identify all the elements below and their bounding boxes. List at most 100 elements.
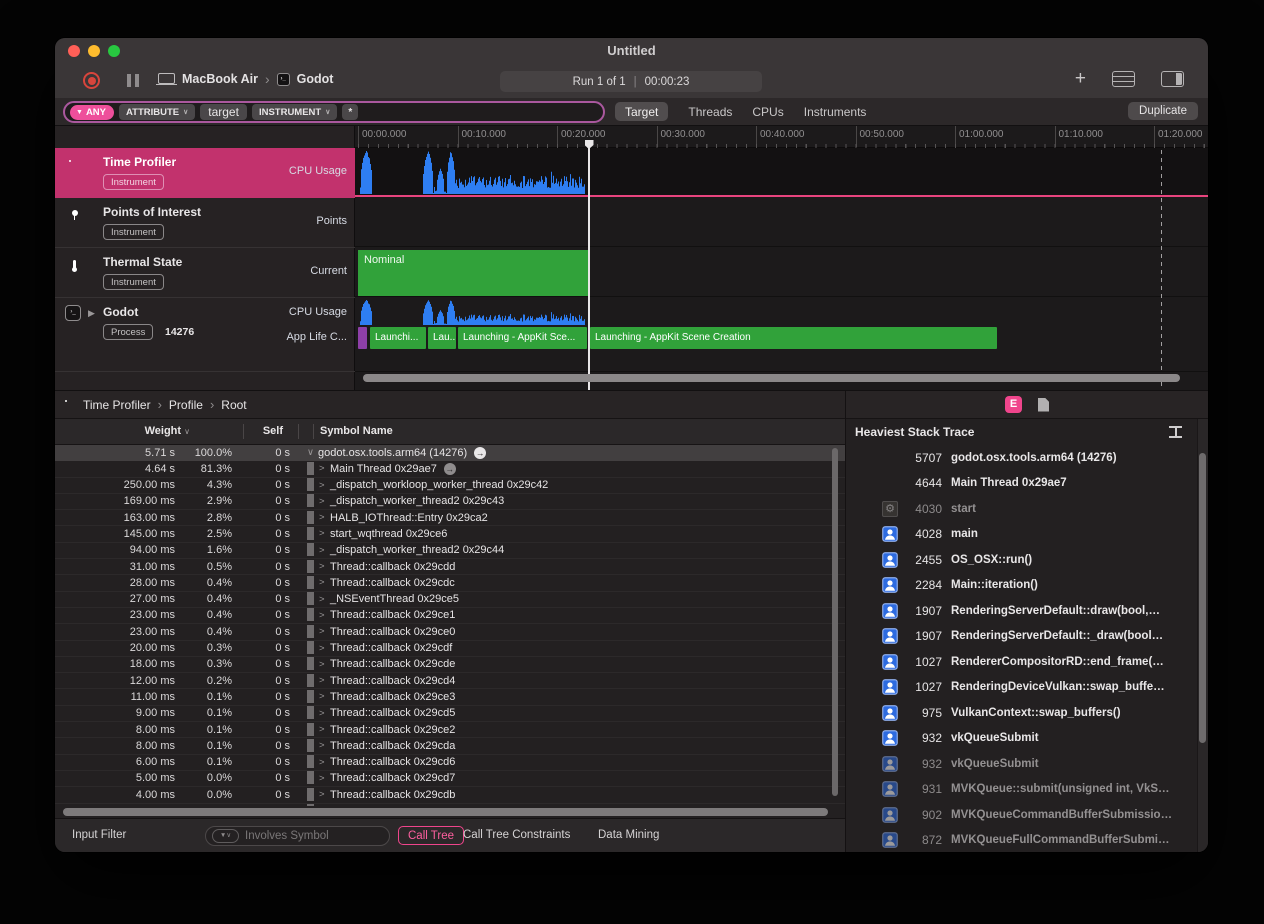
stack-frame[interactable]: ⚙ 4028 main bbox=[846, 522, 1208, 548]
add-instrument-icon[interactable]: + bbox=[1075, 69, 1086, 89]
tab-cpus[interactable]: CPUs bbox=[752, 105, 783, 119]
disclosure-chevron-icon[interactable]: > bbox=[319, 528, 330, 539]
disclosure-chevron-icon[interactable]: > bbox=[319, 480, 330, 491]
focus-arrow-icon[interactable]: → bbox=[474, 447, 486, 459]
stack-frame[interactable]: ⚙ 2284 Main::iteration() bbox=[846, 573, 1208, 599]
disclosure-chevron-icon[interactable]: ∨ bbox=[307, 447, 318, 458]
symbol-column-scrollbar[interactable] bbox=[832, 448, 838, 796]
call-tree-constraints-button[interactable]: Call Tree Constraints bbox=[463, 829, 570, 841]
disclosure-chevron-icon[interactable]: > bbox=[319, 545, 330, 556]
stack-frame[interactable]: ⚙ 5707 godot.osx.tools.arm64 (14276) bbox=[846, 445, 1208, 471]
stack-frame[interactable]: ⚙ 932 vkQueueSubmit bbox=[846, 726, 1208, 752]
table-row[interactable]: 12.00 ms 0.2% 0 s > Thread::callback 0x2… bbox=[55, 673, 845, 689]
stack-frame[interactable]: ⚙ 1907 RenderingServerDefault::_draw(boo… bbox=[846, 624, 1208, 650]
lifecycle-segment[interactable]: Launchi... bbox=[370, 327, 426, 349]
stack-frame[interactable]: ⚙ 932 vkQueueSubmit bbox=[846, 751, 1208, 777]
table-horizontal-scrollbar[interactable] bbox=[55, 806, 845, 818]
disclosure-chevron-icon[interactable]: > bbox=[319, 561, 330, 572]
table-row[interactable]: 5.00 ms 0.0% 0 s > Thread::callback 0x29… bbox=[55, 771, 845, 787]
table-row[interactable]: 6.00 ms 0.1% 0 s > Thread::callback 0x29… bbox=[55, 755, 845, 771]
disclosure-chevron-icon[interactable]: > bbox=[319, 757, 330, 768]
filter-token-target[interactable]: target bbox=[200, 104, 247, 120]
disclosure-triangle-icon[interactable]: ▶ bbox=[88, 308, 95, 319]
table-row[interactable]: 28.00 ms 0.4% 0 s > Thread::callback 0x2… bbox=[55, 575, 845, 591]
stack-frame[interactable]: ⚙ 975 VulkanContext::swap_buffers() bbox=[846, 700, 1208, 726]
table-row[interactable]: 145.00 ms 2.5% 0 s > start_wqthread 0x29… bbox=[55, 526, 845, 542]
disclosure-chevron-icon[interactable]: > bbox=[319, 594, 330, 605]
pause-button[interactable] bbox=[127, 74, 139, 87]
track-header-thermal-state[interactable]: Thermal State Instrument Current bbox=[55, 248, 355, 298]
disclosure-chevron-icon[interactable]: > bbox=[319, 740, 330, 751]
disclosure-chevron-icon[interactable]: > bbox=[319, 512, 330, 523]
sidebar-layout-icon[interactable] bbox=[1161, 71, 1184, 87]
target-device-selector[interactable]: MacBook Air › ›_ Godot bbox=[158, 71, 333, 87]
column-header-weight[interactable]: Weight ∨ bbox=[55, 425, 190, 437]
disclosure-chevron-icon[interactable]: > bbox=[319, 659, 330, 670]
stack-frame[interactable]: ⚙ 4644 Main Thread 0x29ae7 bbox=[846, 471, 1208, 497]
table-row[interactable]: 23.00 ms 0.4% 0 s > Thread::callback 0x2… bbox=[55, 624, 845, 640]
thermal-state-graph-row[interactable]: Nominal bbox=[355, 248, 1208, 297]
filter-token-wildcard[interactable]: * bbox=[342, 104, 358, 120]
lifecycle-segment[interactable]: Lau... bbox=[428, 327, 456, 349]
tab-threads[interactable]: Threads bbox=[688, 105, 732, 119]
lifecycle-segment[interactable] bbox=[358, 327, 367, 349]
disclosure-chevron-icon[interactable]: > bbox=[319, 724, 330, 735]
disclosure-chevron-icon[interactable]: > bbox=[319, 496, 330, 507]
stack-scrollbar-thumb[interactable] bbox=[1199, 453, 1206, 743]
disclosure-chevron-icon[interactable]: > bbox=[319, 463, 330, 474]
table-row[interactable]: 31.00 ms 0.5% 0 s > Thread::callback 0x2… bbox=[55, 559, 845, 575]
call-tree-button[interactable]: Call Tree bbox=[398, 826, 464, 845]
table-row[interactable]: 250.00 ms 4.3% 0 s > _dispatch_workloop_… bbox=[55, 478, 845, 494]
stack-frame[interactable]: ⚙ 1907 RenderingServerDefault::draw(bool… bbox=[846, 598, 1208, 624]
table-row[interactable]: 20.00 ms 0.3% 0 s > Thread::callback 0x2… bbox=[55, 641, 845, 657]
table-row[interactable]: 163.00 ms 2.8% 0 s > HALB_IOThread::Entr… bbox=[55, 510, 845, 526]
symbol-filter-input[interactable]: ▼∨ Involves Symbol bbox=[205, 826, 390, 846]
disclosure-chevron-icon[interactable]: > bbox=[319, 643, 330, 654]
table-row[interactable]: 8.00 ms 0.1% 0 s > Thread::callback 0x29… bbox=[55, 722, 845, 738]
focus-arrow-icon[interactable]: → bbox=[444, 463, 456, 475]
tab-instruments[interactable]: Instruments bbox=[804, 105, 867, 119]
thermal-state-bar[interactable]: Nominal bbox=[358, 250, 588, 296]
filter-token-instrument[interactable]: INSTRUMENT∨ bbox=[252, 104, 337, 120]
column-header-symbol[interactable]: Symbol Name bbox=[320, 425, 393, 437]
table-row[interactable]: 18.00 ms 0.3% 0 s > Thread::callback 0x2… bbox=[55, 657, 845, 673]
time-profiler-graph-row[interactable] bbox=[355, 148, 1208, 197]
record-button[interactable] bbox=[83, 72, 100, 89]
table-row[interactable]: 23.00 ms 0.4% 0 s > Thread::callback 0x2… bbox=[55, 608, 845, 624]
column-divider[interactable] bbox=[313, 424, 314, 439]
track-header-time-profiler[interactable]: Time Profiler Instrument CPU Usage bbox=[55, 148, 355, 198]
breadcrumb-root[interactable]: Root bbox=[221, 398, 246, 412]
extended-detail-icon[interactable]: E bbox=[1005, 396, 1022, 413]
filter-token-attribute[interactable]: ATTRIBUTE∨ bbox=[119, 104, 195, 120]
column-header-self[interactable]: Self bbox=[225, 425, 283, 437]
table-row[interactable]: 11.00 ms 0.1% 0 s > Thread::callback 0x2… bbox=[55, 689, 845, 705]
track-header-points-of-interest[interactable]: Points of Interest Instrument Points bbox=[55, 198, 355, 248]
godot-graph-row[interactable]: Launchi...Lau...Launching - AppKit Sce..… bbox=[355, 298, 1208, 372]
stack-scrollbar-track[interactable] bbox=[1197, 419, 1208, 852]
disclosure-chevron-icon[interactable]: > bbox=[319, 610, 330, 621]
stack-frame[interactable]: ⚙ 1027 RenderingDeviceVulkan::swap_buffe… bbox=[846, 675, 1208, 701]
filter-any-pill[interactable]: ▼ANY bbox=[70, 105, 114, 120]
funnel-chevron-icon[interactable]: ▼∨ bbox=[212, 829, 239, 843]
stack-frame[interactable]: ⚙ 2455 OS_OSX::run() bbox=[846, 547, 1208, 573]
table-row[interactable]: 8.00 ms 0.1% 0 s > Thread::callback 0x29… bbox=[55, 738, 845, 754]
table-row[interactable]: 27.00 ms 0.4% 0 s > _NSEventThread 0x29c… bbox=[55, 592, 845, 608]
collapse-stack-icon[interactable] bbox=[1169, 426, 1182, 438]
stack-frame[interactable]: ⚙ 902 MVKQueueCommandBufferSubmissio… bbox=[846, 802, 1208, 828]
table-row[interactable]: 4.64 s 81.3% 0 s > Main Thread 0x29ae7 → bbox=[55, 461, 845, 477]
lifecycle-segment[interactable]: Launching - AppKit Sce... bbox=[458, 327, 587, 349]
disclosure-chevron-icon[interactable]: > bbox=[319, 789, 330, 800]
column-divider[interactable] bbox=[243, 424, 244, 439]
disclosure-chevron-icon[interactable]: > bbox=[319, 577, 330, 588]
points-of-interest-graph-row[interactable] bbox=[355, 198, 1208, 247]
breadcrumb-instrument[interactable]: Time Profiler bbox=[83, 398, 151, 412]
rows-layout-icon[interactable] bbox=[1112, 71, 1135, 87]
breadcrumb-profile[interactable]: Profile bbox=[169, 398, 203, 412]
scrollbar-thumb[interactable] bbox=[63, 808, 828, 816]
disclosure-chevron-icon[interactable]: > bbox=[319, 675, 330, 686]
disclosure-chevron-icon[interactable]: > bbox=[319, 708, 330, 719]
disclosure-chevron-icon[interactable]: > bbox=[319, 626, 330, 637]
duplicate-button[interactable]: Duplicate bbox=[1128, 102, 1198, 120]
lifecycle-segment[interactable]: Launching - AppKit Scene Creation bbox=[590, 327, 997, 349]
track-header-godot[interactable]: ›_ ▶ Godot Process 14276 CPU Usage App L… bbox=[55, 298, 355, 372]
